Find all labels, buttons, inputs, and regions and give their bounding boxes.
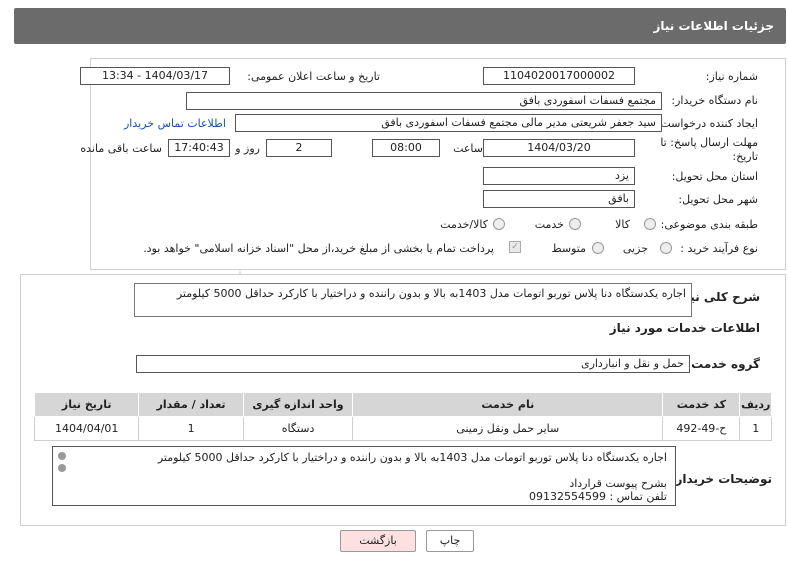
city-field: بافق xyxy=(483,190,635,208)
province-field: یزد xyxy=(483,167,635,185)
category-radio-both[interactable] xyxy=(493,218,505,230)
print-button[interactable]: چاپ xyxy=(426,530,474,552)
category-option-both: کالا/خدمت xyxy=(440,218,488,231)
notes-line: تلفن تماس : 09132554599 xyxy=(528,490,667,503)
col-date: تاریخ نیاز xyxy=(33,392,140,417)
table-header-row: ردیف کد خدمت نام خدمت واحد اندازه گیری ت… xyxy=(33,392,772,417)
category-label: طبقه بندی موضوعی: xyxy=(660,218,758,231)
process-option-medium: متوسط xyxy=(551,242,586,255)
buyer-org-field: مجتمع فسفات اسفوردی بافق xyxy=(186,92,662,110)
treasury-checkbox[interactable]: ✓ xyxy=(509,241,521,253)
process-label: نوع فرآیند خرید : xyxy=(680,242,758,255)
need-number-field: 1104020017000002 xyxy=(483,67,635,85)
category-option-service: خدمت xyxy=(534,218,564,231)
buyer-notes-label: توضیحات خریدار: xyxy=(670,472,772,486)
service-group-label: گروه خدمت: xyxy=(686,357,760,371)
col-code: کد خدمت xyxy=(662,392,741,417)
deadline-time-field: 08:00 xyxy=(372,139,440,157)
remaining-label: ساعت باقی مانده xyxy=(80,142,162,155)
deadline-label: مهلت ارسال پاسخ: تا تاریخ: xyxy=(660,136,758,163)
col-qty: تعداد / مقدار xyxy=(138,392,244,417)
page-header: جزئیات اطلاعات نیاز xyxy=(14,8,786,44)
page-title: جزئیات اطلاعات نیاز xyxy=(653,19,774,33)
category-radio-service[interactable] xyxy=(569,218,581,230)
service-group-field: حمل و نقل و انبارداری xyxy=(136,355,690,373)
remaining-time-field: 17:40:43 xyxy=(168,139,230,157)
category-option-goods: کالا xyxy=(615,218,630,231)
province-label: استان محل تحویل: xyxy=(671,170,758,183)
cell-date: 1404/04/01 xyxy=(33,416,140,441)
announce-label: تاریخ و ساعت اعلان عمومی: xyxy=(247,70,380,83)
summary-field: اجاره یکدستگاه دنا پلاس توربو اتومات مدل… xyxy=(134,283,692,317)
buyer-contact-link[interactable]: اطلاعات تماس خریدار xyxy=(124,117,226,130)
days-field: 2 xyxy=(266,139,332,157)
deadline-date-field: 1404/03/20 xyxy=(483,139,635,157)
cell-code: ح-49-492 xyxy=(662,416,741,441)
process-option-minor: جزیی xyxy=(622,242,648,255)
services-table: ردیف کد خدمت نام خدمت واحد اندازه گیری ت… xyxy=(33,392,772,441)
need-info-panel xyxy=(90,58,786,270)
services-section-title: اطلاعات خدمات مورد نیاز xyxy=(609,321,760,335)
city-label: شهر محل تحویل: xyxy=(678,193,758,206)
col-unit: واحد اندازه گیری xyxy=(242,392,354,417)
table-row: 1 ح-49-492 سایر حمل ونقل زمینی دستگاه 1 … xyxy=(33,416,772,441)
cell-unit: دستگاه xyxy=(242,416,354,441)
cell-row: 1 xyxy=(739,416,772,441)
col-row: ردیف xyxy=(739,392,772,417)
need-number-label: شماره نیاز: xyxy=(705,70,758,83)
back-button[interactable]: بازگشت xyxy=(340,530,416,552)
notes-scroll-handle[interactable] xyxy=(56,452,66,476)
col-name: نام خدمت xyxy=(352,392,664,417)
creator-field: سید جعفر شریعتی مدیر مالی مجتمع فسفات اس… xyxy=(235,114,662,132)
creator-label: ایجاد کننده درخواست: xyxy=(656,117,758,130)
process-radio-minor[interactable] xyxy=(660,242,672,254)
cell-qty: 1 xyxy=(138,416,244,441)
payment-note: پرداخت تمام یا بخشی از مبلغ خرید،از محل … xyxy=(143,242,494,255)
notes-line: اجاره یکدستگاه دنا پلاس توربو اتومات مدل… xyxy=(157,451,667,464)
deadline-time-label: ساعت xyxy=(453,142,483,155)
category-radio-goods[interactable] xyxy=(644,218,656,230)
buyer-org-label: نام دستگاه خریدار: xyxy=(671,94,758,107)
process-radio-medium[interactable] xyxy=(592,242,604,254)
days-label: روز و xyxy=(235,142,260,155)
notes-line xyxy=(77,464,667,477)
announce-field: 1404/03/17 - 13:34 xyxy=(80,67,230,85)
cell-name: سایر حمل ونقل زمینی xyxy=(352,416,664,441)
buyer-notes-field[interactable]: اجاره یکدستگاه دنا پلاس توربو اتومات مدل… xyxy=(52,446,676,506)
notes-line: بشرح پیوست قرارداد xyxy=(569,477,667,490)
